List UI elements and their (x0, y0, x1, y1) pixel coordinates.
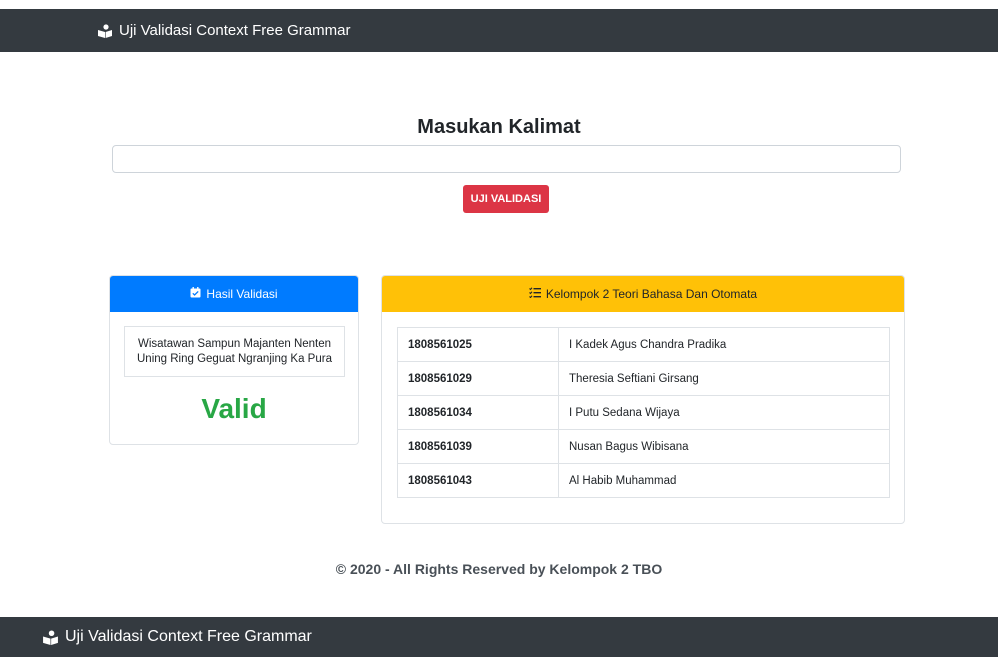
sentence-input[interactable] (112, 145, 901, 173)
calendar-check-icon (190, 287, 201, 301)
top-navbar: Uji Validasi Context Free Grammar (0, 9, 998, 52)
member-nim: 1808561039 (397, 429, 559, 464)
members-table: 1808561025 I Kadek Agus Chandra Pradika … (397, 327, 890, 498)
reader-book-icon (97, 23, 113, 38)
result-card-header: Hasil Validasi (110, 276, 358, 312)
table-row: 1808561039 Nusan Bagus Wibisana (397, 429, 890, 464)
member-nim: 1808561034 (397, 395, 559, 430)
validate-button[interactable]: UJI VALIDASI (463, 185, 549, 213)
table-row: 1808561034 I Putu Sedana Wijaya (397, 395, 890, 430)
bottom-navbar: Uji Validasi Context Free Grammar (0, 617, 998, 657)
navbar-brand[interactable]: Uji Validasi Context Free Grammar (97, 22, 350, 39)
table-row: 1808561029 Theresia Seftiani Girsang (397, 361, 890, 396)
validation-status: Valid (201, 393, 267, 424)
result-card-title: Hasil Validasi (206, 287, 278, 301)
validated-sentence: Wisatawan Sampun Majanten Nenten Uning R… (124, 326, 345, 377)
footer-copyright: © 2020 - All Rights Reserved by Kelompok… (335, 561, 663, 577)
bottom-navbar-brand-label: Uji Validasi Context Free Grammar (65, 628, 312, 645)
bottom-navbar-brand[interactable]: Uji Validasi Context Free Grammar (42, 628, 312, 646)
member-nim: 1808561043 (397, 463, 559, 498)
member-name: Nusan Bagus Wibisana (558, 429, 890, 464)
page-title: Masukan Kalimat (417, 116, 581, 138)
table-row: 1808561025 I Kadek Agus Chandra Pradika (397, 327, 890, 362)
group-card-header: Kelompok 2 Teori Bahasa Dan Otomata (382, 276, 904, 312)
member-nim: 1808561025 (397, 327, 559, 362)
group-card-title: Kelompok 2 Teori Bahasa Dan Otomata (545, 287, 758, 301)
table-row: 1808561043 Al Habib Muhammad (397, 463, 890, 498)
reader-book-icon (42, 629, 59, 645)
group-card: Kelompok 2 Teori Bahasa Dan Otomata 1808… (381, 275, 905, 524)
member-name: I Putu Sedana Wijaya (558, 395, 890, 430)
member-nim: 1808561029 (397, 361, 559, 396)
member-name: I Kadek Agus Chandra Pradika (558, 327, 890, 362)
member-name: Al Habib Muhammad (558, 463, 890, 498)
result-card: Hasil Validasi Wisatawan Sampun Majanten… (109, 275, 359, 445)
navbar-brand-label: Uji Validasi Context Free Grammar (119, 22, 351, 39)
tasks-list-icon (528, 287, 541, 301)
member-name: Theresia Seftiani Girsang (558, 361, 890, 396)
